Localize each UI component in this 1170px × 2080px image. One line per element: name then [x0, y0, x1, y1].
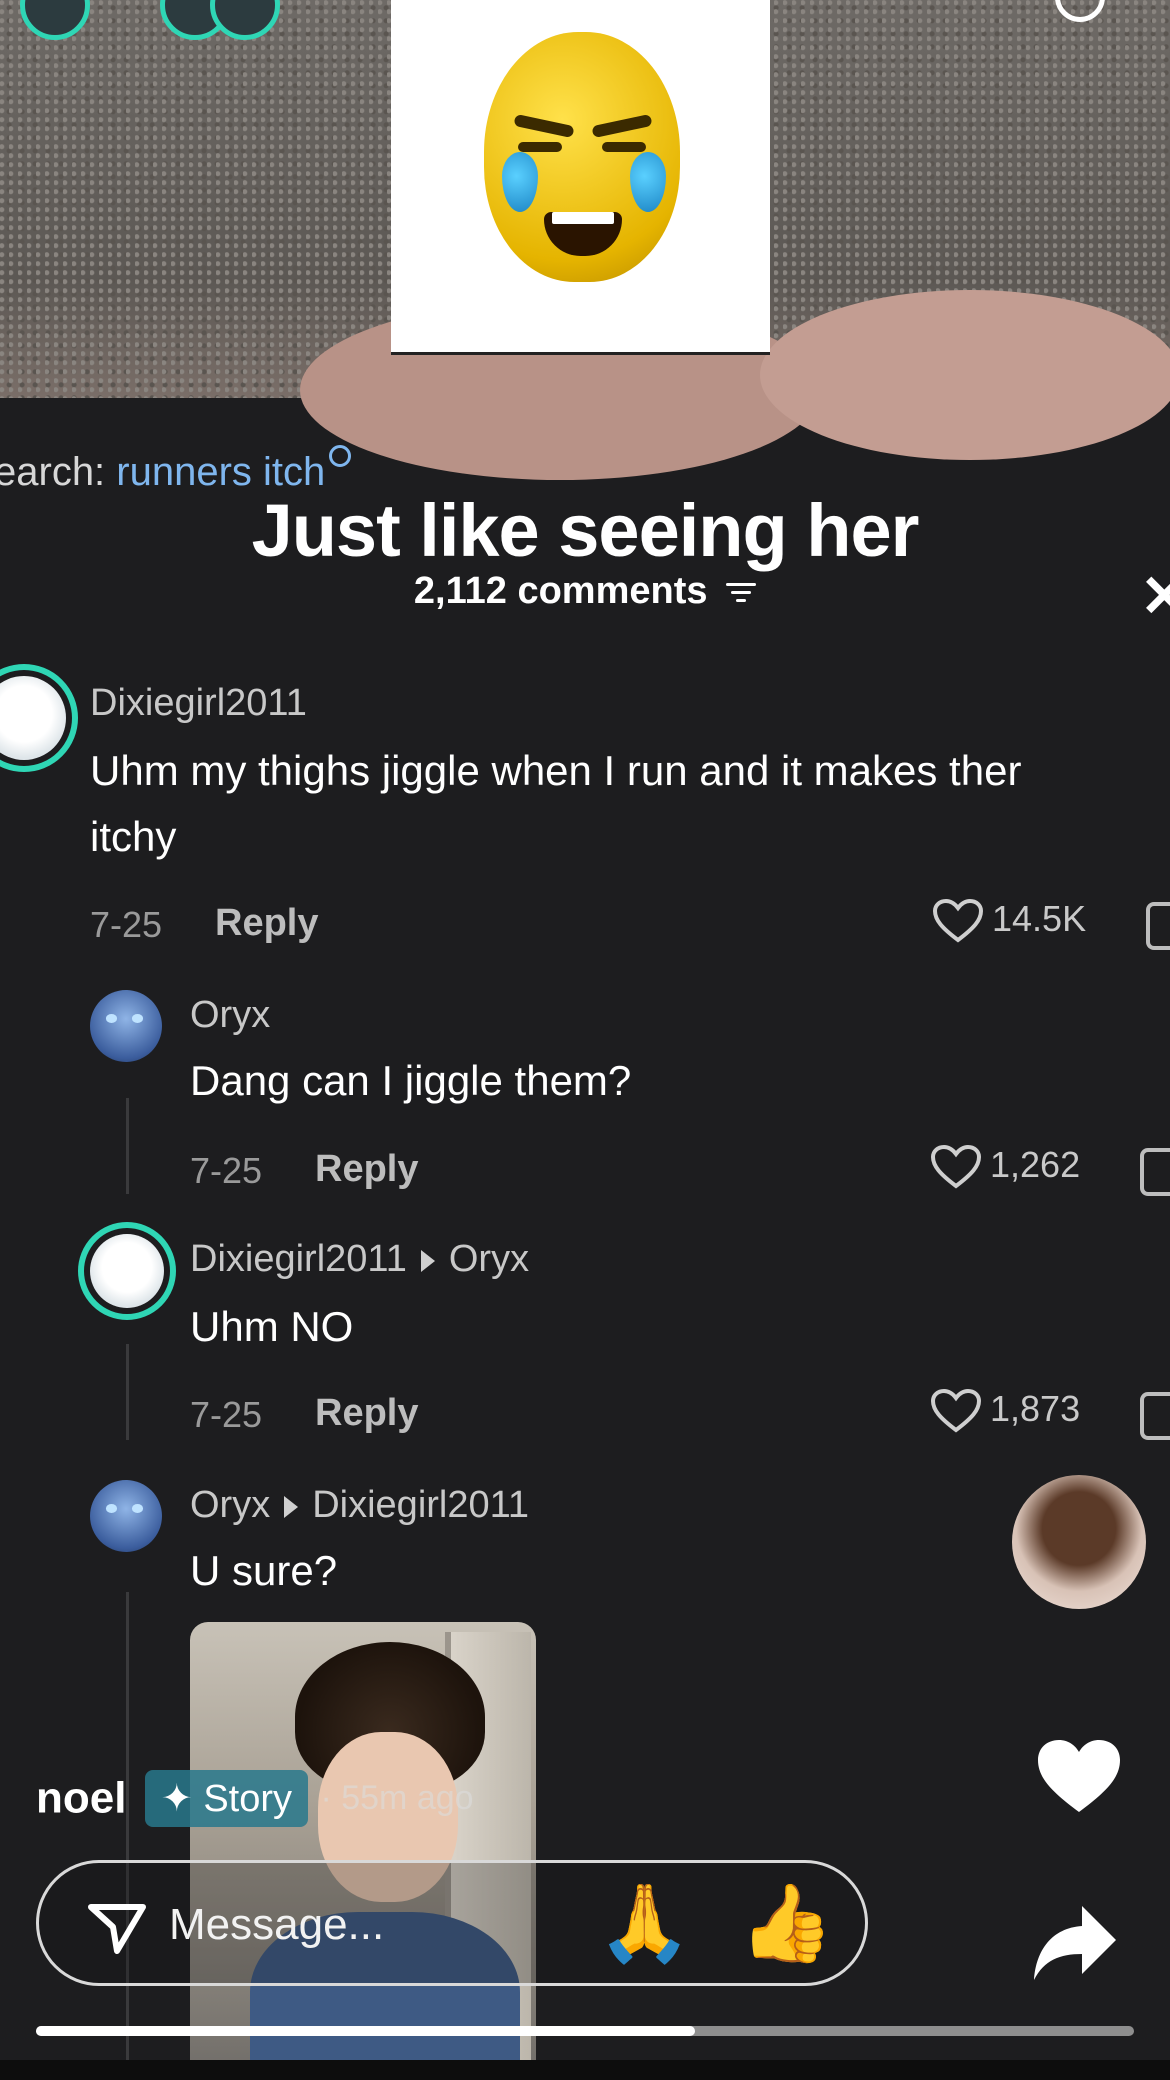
floating-avatar[interactable] — [1012, 1475, 1146, 1609]
heart-outline-icon — [932, 899, 984, 943]
sparkle-icon: ✦ — [160, 1778, 193, 1820]
dislike-icon[interactable] — [1146, 902, 1170, 950]
reply-button[interactable]: Reply — [215, 902, 318, 945]
comment-text: Uhm NO — [190, 1303, 354, 1350]
avatar[interactable] — [20, 0, 90, 40]
emoji-button[interactable]: 👍 — [739, 1881, 834, 1967]
bottom-strip — [0, 2060, 1170, 2080]
dislike-icon[interactable] — [1140, 1148, 1170, 1196]
reply-arrow-icon — [420, 1250, 435, 1272]
message-input[interactable] — [167, 1891, 471, 1959]
like-button[interactable]: 14.5K — [932, 898, 1086, 944]
avatar[interactable] — [0, 664, 78, 772]
comments-count[interactable]: 2,112 comments — [0, 570, 1170, 613]
like-count: 1,262 — [990, 1144, 1081, 1185]
reply-target[interactable]: Dixiegirl2011 — [312, 1484, 529, 1526]
video-progress-fill — [36, 2026, 695, 2036]
heart-icon[interactable] — [1034, 1736, 1124, 1816]
share-icon[interactable] — [1030, 1900, 1120, 1984]
heart-outline-icon — [930, 1389, 982, 1433]
like-count: 14.5K — [992, 898, 1087, 939]
reply-button[interactable]: Reply — [315, 1148, 418, 1191]
thread-line — [126, 1592, 129, 2080]
search-icon[interactable] — [1055, 0, 1105, 22]
story-time: · 55m ago — [320, 1779, 474, 1817]
story-badge[interactable]: ✦ Story — [144, 1770, 309, 1827]
comment-username[interactable]: Oryx Dixiegirl2011 — [190, 1484, 529, 1527]
video-frame-detail — [760, 290, 1170, 460]
comment-author[interactable]: Oryx — [190, 1484, 270, 1526]
message-bar[interactable]: 🙏 👍 — [36, 1860, 868, 1986]
video-progress-bar[interactable] — [36, 2026, 1134, 2036]
reply-button[interactable]: Reply — [315, 1392, 418, 1435]
comment-text: Dang can I jiggle them? — [190, 1057, 632, 1104]
thread-line — [126, 1098, 129, 1194]
dislike-icon[interactable] — [1140, 1392, 1170, 1440]
story-info[interactable]: noel ✦ Story · 55m ago — [36, 1770, 474, 1836]
search-icon — [329, 445, 352, 467]
comment-username[interactable]: Oryx — [190, 994, 270, 1037]
comment-date: 7-25 — [90, 904, 163, 945]
avatar[interactable] — [78, 1222, 176, 1320]
filter-icon[interactable] — [726, 578, 757, 607]
comment-text: Uhm my thighs jiggle when I run and it m… — [90, 747, 1022, 794]
reply-target[interactable]: Oryx — [449, 1238, 529, 1280]
sticker-image — [391, 0, 770, 355]
comment-username[interactable]: Dixiegirl2011 Oryx — [190, 1238, 529, 1281]
like-button[interactable]: 1,873 — [930, 1388, 1080, 1434]
crying-face-icon — [484, 32, 680, 282]
comments-count-label: 2,112 comments — [413, 570, 708, 612]
comment-text: U sure? — [190, 1547, 338, 1594]
comment-image[interactable] — [190, 1622, 536, 2080]
video-caption: Just like seeing her — [251, 489, 920, 572]
heart-outline-icon — [930, 1145, 982, 1189]
comment-author[interactable]: Dixiegirl2011 — [190, 1238, 407, 1280]
screen: + earch: runners itch Just like seeing h… — [0, 0, 1170, 2080]
like-button[interactable]: 1,262 — [930, 1144, 1080, 1190]
comment-date: 7-25 — [190, 1394, 263, 1435]
send-icon[interactable] — [87, 1899, 147, 1955]
emoji-button[interactable]: 🙏 — [597, 1881, 692, 1967]
story-badge-label: Story — [203, 1778, 293, 1820]
video-player[interactable]: + — [0, 0, 1170, 480]
close-icon[interactable]: ✕ — [1140, 568, 1170, 626]
avatar[interactable] — [90, 1480, 162, 1552]
story-username[interactable]: noel — [36, 1774, 126, 1823]
like-count: 1,873 — [990, 1388, 1081, 1429]
avatar[interactable] — [210, 0, 280, 40]
comment-date: 7-25 — [190, 1150, 263, 1191]
avatar[interactable] — [90, 990, 162, 1062]
comment-text: itchy — [90, 813, 177, 860]
thread-line — [126, 1344, 129, 1440]
reply-arrow-icon — [284, 1496, 299, 1518]
comment-username[interactable]: Dixiegirl2011 — [90, 682, 307, 725]
